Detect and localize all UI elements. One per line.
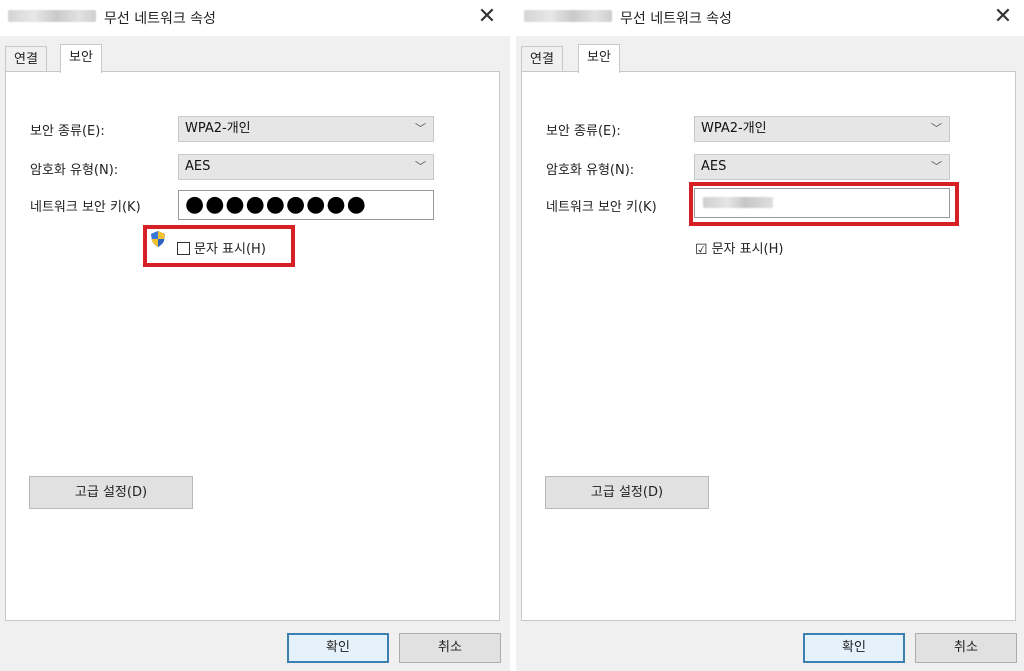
security-panel: 보안 종류(E): WPA2-개인 ﹀ 암호화 유형(N): AES ﹀ 네트워… (5, 71, 500, 621)
show-characters-checkbox[interactable]: 문자 표시(H) (177, 238, 266, 257)
wireless-properties-dialog-left: 무선 네트워크 속성 ✕ 연결 보안 보안 종류(E): WPA2-개인 ﹀ 암… (0, 0, 510, 671)
cancel-button[interactable]: 취소 (915, 633, 1017, 663)
network-key-label: 네트워크 보안 키(K) (30, 200, 141, 215)
advanced-settings-button[interactable]: 고급 설정(D) (545, 476, 709, 509)
window-title: 무선 네트워크 속성 (620, 11, 732, 27)
window-title: 무선 네트워크 속성 (104, 11, 216, 27)
title-bar: 무선 네트워크 속성 ✕ (0, 0, 510, 36)
security-type-label: 보안 종류(E): (30, 124, 105, 139)
chevron-down-icon: ﹀ (931, 122, 942, 135)
blurred-network-name (524, 10, 612, 22)
show-characters-label: 문자 표시(H) (194, 242, 266, 257)
tab-strip: 연결 보안 (521, 44, 1021, 73)
security-type-value: WPA2-개인 (701, 121, 767, 136)
uac-shield-icon (151, 231, 165, 247)
tab-security[interactable]: 보안 (578, 44, 620, 73)
chevron-down-icon: ﹀ (931, 160, 942, 173)
security-type-label: 보안 종류(E): (546, 124, 621, 139)
security-type-select[interactable]: WPA2-개인 ﹀ (694, 116, 950, 142)
encryption-type-value: AES (701, 159, 727, 174)
security-type-value: WPA2-개인 (185, 121, 251, 136)
checkbox-box (177, 242, 190, 255)
masked-key-value: ●●●●●●●●● (185, 192, 367, 217)
ok-button[interactable]: 확인 (803, 633, 905, 663)
checkbox-checked: ☑ (695, 242, 708, 258)
tab-connection[interactable]: 연결 (521, 46, 563, 72)
advanced-settings-button[interactable]: 고급 설정(D) (29, 476, 193, 509)
tab-connection[interactable]: 연결 (5, 46, 47, 72)
show-characters-checkbox[interactable]: ☑ 문자 표시(H) (695, 238, 783, 258)
close-button[interactable]: ✕ (474, 4, 500, 30)
encryption-type-select[interactable]: AES ﹀ (694, 154, 950, 180)
show-characters-label: 문자 표시(H) (711, 242, 784, 257)
network-key-label: 네트워크 보안 키(K) (546, 200, 657, 215)
chevron-down-icon: ﹀ (415, 122, 426, 135)
tab-strip: 연결 보안 (5, 44, 505, 73)
title-bar: 무선 네트워크 속성 ✕ (516, 0, 1024, 36)
network-key-input[interactable] (694, 188, 950, 218)
security-panel: 보안 종류(E): WPA2-개인 ﹀ 암호화 유형(N): AES ﹀ 네트워… (521, 71, 1016, 621)
security-type-select[interactable]: WPA2-개인 ﹀ (178, 116, 434, 142)
blurred-key-value (703, 197, 773, 208)
ok-button[interactable]: 확인 (287, 633, 389, 663)
encryption-type-label: 암호화 유형(N): (30, 163, 119, 178)
encryption-type-select[interactable]: AES ﹀ (178, 154, 434, 180)
encryption-type-value: AES (185, 159, 211, 174)
blurred-network-name (8, 10, 96, 22)
encryption-type-label: 암호화 유형(N): (546, 163, 635, 178)
cancel-button[interactable]: 취소 (399, 633, 501, 663)
chevron-down-icon: ﹀ (415, 160, 426, 173)
network-key-input[interactable]: ●●●●●●●●● (178, 190, 434, 220)
wireless-properties-dialog-right: 무선 네트워크 속성 ✕ 연결 보안 보안 종류(E): WPA2-개인 ﹀ 암… (516, 0, 1024, 671)
tab-security[interactable]: 보안 (60, 44, 102, 73)
close-button[interactable]: ✕ (990, 4, 1016, 30)
